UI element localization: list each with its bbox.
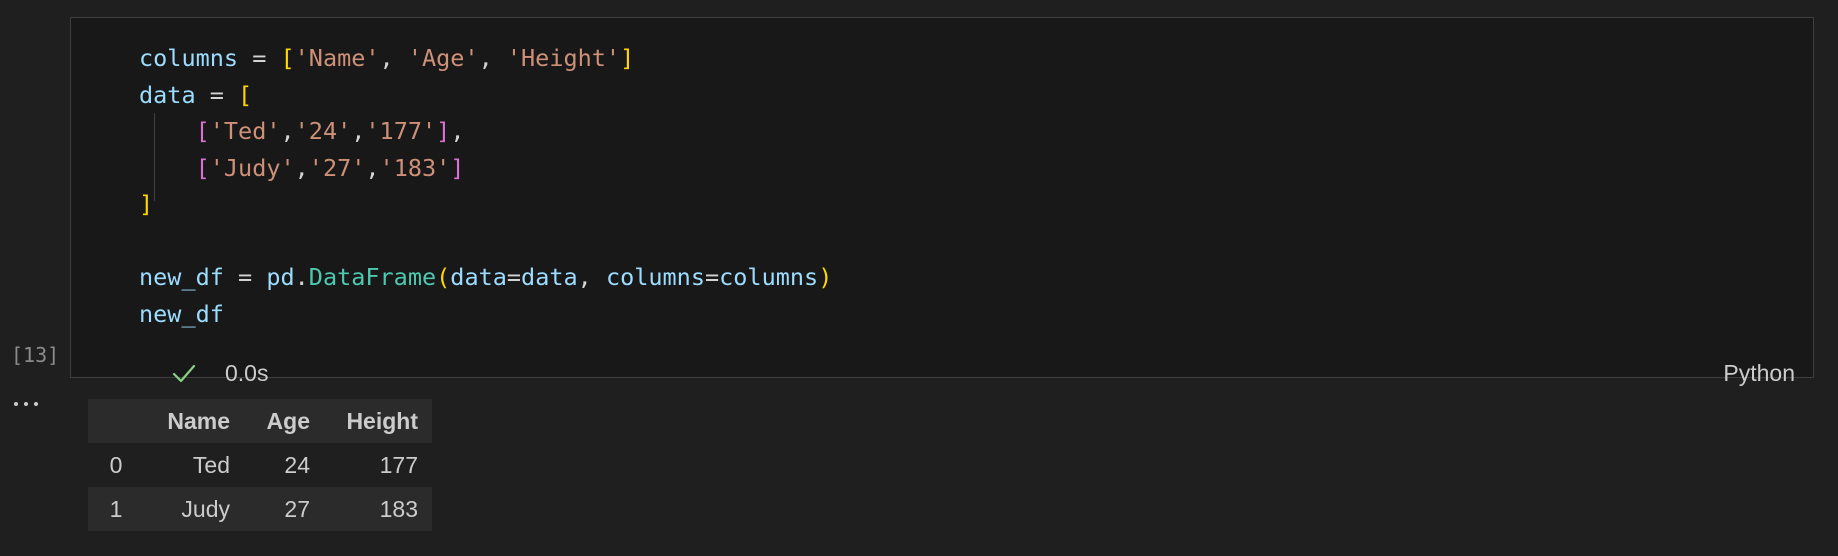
code-token: 'Age' bbox=[407, 44, 479, 72]
code-token: ] bbox=[620, 44, 635, 72]
code-token: '24' bbox=[294, 117, 352, 145]
code-token: = bbox=[238, 44, 281, 72]
code-token: data bbox=[139, 80, 196, 109]
code-token: 'Name' bbox=[294, 44, 380, 72]
notebook-view: columns = ['Name', 'Age', 'Height'] data … bbox=[0, 0, 1838, 556]
table-cell: 24 bbox=[284, 451, 310, 478]
table-cell: 177 bbox=[379, 451, 418, 478]
row-index: 1 bbox=[88, 487, 144, 531]
column-header-height: Height bbox=[324, 399, 432, 443]
code-token: = bbox=[223, 263, 267, 291]
code-token: data bbox=[450, 263, 507, 291]
code-token: [ bbox=[238, 80, 253, 109]
code-token: = bbox=[506, 263, 522, 291]
code-token: . bbox=[294, 263, 309, 291]
cell-language-picker[interactable]: Python bbox=[1723, 360, 1795, 387]
code-token: , bbox=[577, 263, 606, 291]
code-token: pd bbox=[266, 263, 295, 291]
code-token: 'Ted' bbox=[209, 117, 281, 145]
column-header-age: Age bbox=[244, 399, 324, 443]
dataframe-output: Name Age Height 0 Ted 24 177 1 Judy 27 1… bbox=[88, 399, 432, 531]
code-token: 'Judy' bbox=[209, 153, 295, 182]
code-line: ] bbox=[139, 186, 832, 223]
code-token: columns bbox=[719, 263, 819, 291]
execution-count: [13] bbox=[11, 343, 60, 367]
table-row: 0 Ted 24 177 bbox=[88, 443, 432, 487]
checkmark-icon bbox=[171, 360, 197, 386]
table-cell: Judy bbox=[144, 487, 244, 531]
code-token: , bbox=[478, 44, 507, 72]
code-token: , bbox=[365, 153, 380, 182]
code-token: [ bbox=[195, 117, 210, 145]
code-token: , bbox=[351, 117, 366, 145]
code-token: [ bbox=[195, 153, 210, 182]
execution-duration: 0.0s bbox=[225, 360, 269, 386]
table-header-row: Name Age Height bbox=[88, 399, 432, 443]
code-line: ['Ted','24','177'], bbox=[139, 113, 832, 150]
code-token: columns bbox=[139, 44, 239, 72]
table-cell: Ted bbox=[192, 451, 230, 478]
code-line: ['Judy','27','183'] bbox=[139, 150, 832, 187]
code-line: columns = ['Name', 'Age', 'Height'] bbox=[139, 40, 832, 77]
code-token: columns bbox=[605, 263, 705, 291]
code-token: '27' bbox=[308, 153, 366, 182]
code-token: = bbox=[704, 263, 720, 291]
code-line: new_df = pd.DataFrame(data=data, columns… bbox=[139, 259, 832, 296]
code-token: , bbox=[450, 117, 465, 145]
more-horizontal-icon[interactable] bbox=[12, 396, 44, 406]
code-line: data = [ bbox=[139, 77, 832, 114]
code-token: , bbox=[294, 153, 309, 182]
index-header bbox=[88, 399, 144, 443]
code-token: '177' bbox=[365, 117, 437, 145]
code-token: new_df bbox=[139, 299, 224, 328]
code-token: ( bbox=[436, 263, 451, 291]
code-token: '183' bbox=[379, 153, 451, 182]
code-cell[interactable]: columns = ['Name', 'Age', 'Height'] data … bbox=[70, 17, 1814, 386]
table-cell: 27 bbox=[244, 487, 324, 531]
code-token: ) bbox=[818, 263, 833, 291]
code-token: new_df bbox=[139, 263, 224, 291]
row-index: 0 bbox=[109, 451, 123, 478]
code-token: ] bbox=[139, 190, 154, 218]
code-token: = bbox=[195, 80, 239, 109]
code-token: data bbox=[521, 263, 578, 291]
code-token: ] bbox=[436, 117, 451, 145]
table-cell: 183 bbox=[324, 487, 432, 531]
code-token: , bbox=[379, 44, 408, 72]
code-token: ] bbox=[450, 153, 465, 182]
code-token: [ bbox=[280, 44, 295, 72]
code-token: , bbox=[280, 117, 295, 145]
table-row: 1 Judy 27 183 bbox=[88, 487, 432, 531]
code-editor[interactable]: columns = ['Name', 'Age', 'Height'] data … bbox=[139, 40, 832, 332]
code-token: 'Height' bbox=[506, 44, 621, 72]
code-line: new_df bbox=[139, 296, 832, 333]
column-header-name: Name bbox=[144, 399, 244, 443]
code-token: DataFrame bbox=[308, 263, 437, 291]
